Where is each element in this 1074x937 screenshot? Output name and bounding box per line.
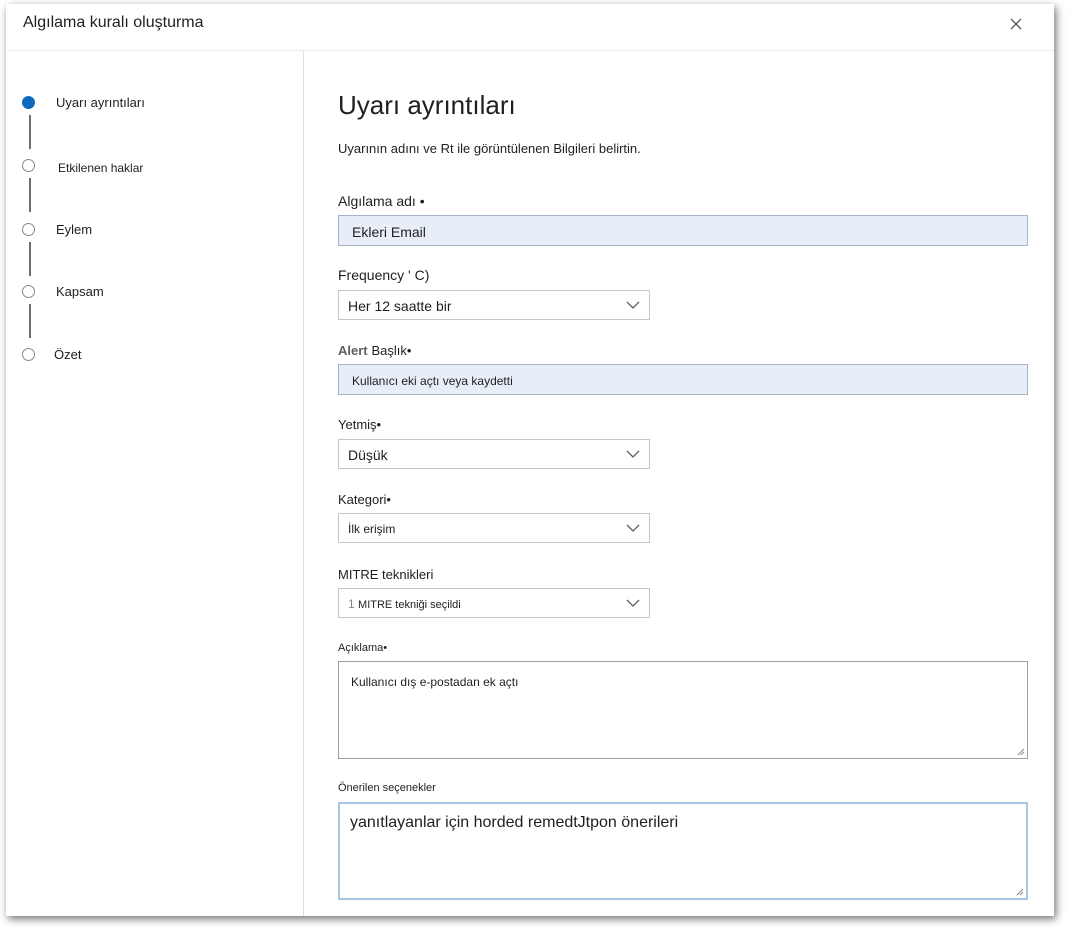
severity-dropdown[interactable]: Düşük bbox=[338, 439, 650, 469]
page-title: Uyarı ayrıntıları bbox=[338, 90, 516, 120]
severity-value: Düşük bbox=[348, 447, 388, 463]
step-indicator-icon bbox=[22, 223, 35, 236]
frequency-dropdown[interactable]: Her 12 saatte bir bbox=[338, 290, 650, 320]
description-value: Kullanıcı dış e-postadan ek açtı bbox=[351, 675, 519, 689]
category-dropdown[interactable]: İlk erişim bbox=[338, 513, 650, 543]
resize-handle-icon[interactable] bbox=[1016, 888, 1024, 896]
detection-name-input[interactable]: Ekleri Email bbox=[338, 215, 1028, 246]
step-connector bbox=[29, 304, 31, 338]
chevron-down-icon bbox=[626, 301, 640, 309]
alert-title-prefix: Alert bbox=[338, 343, 368, 358]
step-label: Etkilenen haklar bbox=[58, 161, 144, 175]
recommended-value: yanıtlayanlar için horded remedtJtpon ön… bbox=[350, 814, 679, 831]
detection-name-value: Ekleri Email bbox=[352, 224, 426, 240]
create-detection-rule-dialog: Algılama kuralı oluşturma Uyarı ayrıntıl… bbox=[6, 4, 1054, 916]
mitre-selected-text: MITRE tekniği seçildi bbox=[358, 599, 461, 611]
frequency-label: Frequency ' C) bbox=[338, 267, 430, 283]
alert-title-input[interactable]: Kullanıcı eki açtı veya kaydetti bbox=[338, 364, 1028, 395]
step-indicator-icon bbox=[22, 159, 35, 172]
step-label: Eylem bbox=[56, 222, 93, 237]
step-label: Kapsam bbox=[56, 284, 104, 299]
alert-title-value: Kullanıcı eki açtı veya kaydetti bbox=[352, 374, 513, 388]
chevron-down-icon bbox=[626, 450, 640, 458]
step-label: Uyarı ayrıntıları bbox=[56, 95, 145, 110]
chevron-down-icon bbox=[626, 599, 640, 607]
dialog-title: Algılama kuralı oluşturma bbox=[23, 14, 204, 31]
wizard-steps: Uyarı ayrıntıları Etkilenen haklar Eylem… bbox=[6, 51, 304, 916]
recommended-actions-textarea[interactable]: yanıtlayanlar için horded remedtJtpon ön… bbox=[338, 802, 1028, 900]
mitre-count: 1 bbox=[348, 597, 355, 611]
frequency-value: Her 12 saatte bir bbox=[348, 298, 452, 314]
category-value: İlk erişim bbox=[348, 522, 396, 536]
page-subtitle: Uyarının adını ve Rt ile görüntülenen Bi… bbox=[338, 141, 641, 156]
description-label: Açıklama• bbox=[338, 642, 388, 654]
step-connector bbox=[29, 115, 31, 149]
step-connector bbox=[29, 242, 31, 276]
resize-handle-icon[interactable] bbox=[1017, 748, 1025, 756]
mitre-label: MITRE teknikleri bbox=[338, 567, 434, 582]
description-textarea[interactable]: Kullanıcı dış e-postadan ek açtı bbox=[338, 661, 1028, 759]
step-indicator-icon bbox=[22, 348, 35, 361]
dialog-header: Algılama kuralı oluşturma bbox=[6, 4, 1054, 51]
step-label: Özet bbox=[54, 347, 82, 362]
recommended-label: Önerilen seçenekler bbox=[338, 782, 436, 794]
detection-name-label: Algılama adı • bbox=[338, 193, 425, 209]
close-icon[interactable] bbox=[1008, 16, 1024, 32]
step-active-indicator-icon bbox=[22, 96, 35, 109]
mitre-value: 1 MITRE tekniği seçildi bbox=[348, 597, 461, 611]
chevron-down-icon bbox=[626, 524, 640, 532]
category-label: Kategori• bbox=[338, 492, 391, 507]
mitre-techniques-dropdown[interactable]: 1 MITRE tekniği seçildi bbox=[338, 588, 650, 618]
step-connector bbox=[29, 178, 31, 212]
step-indicator-icon bbox=[22, 285, 35, 298]
alert-title-label: Alert Başlık• bbox=[338, 342, 411, 358]
alert-title-label-text: Başlık• bbox=[371, 343, 412, 358]
severity-label: Yetmiş• bbox=[338, 417, 382, 432]
